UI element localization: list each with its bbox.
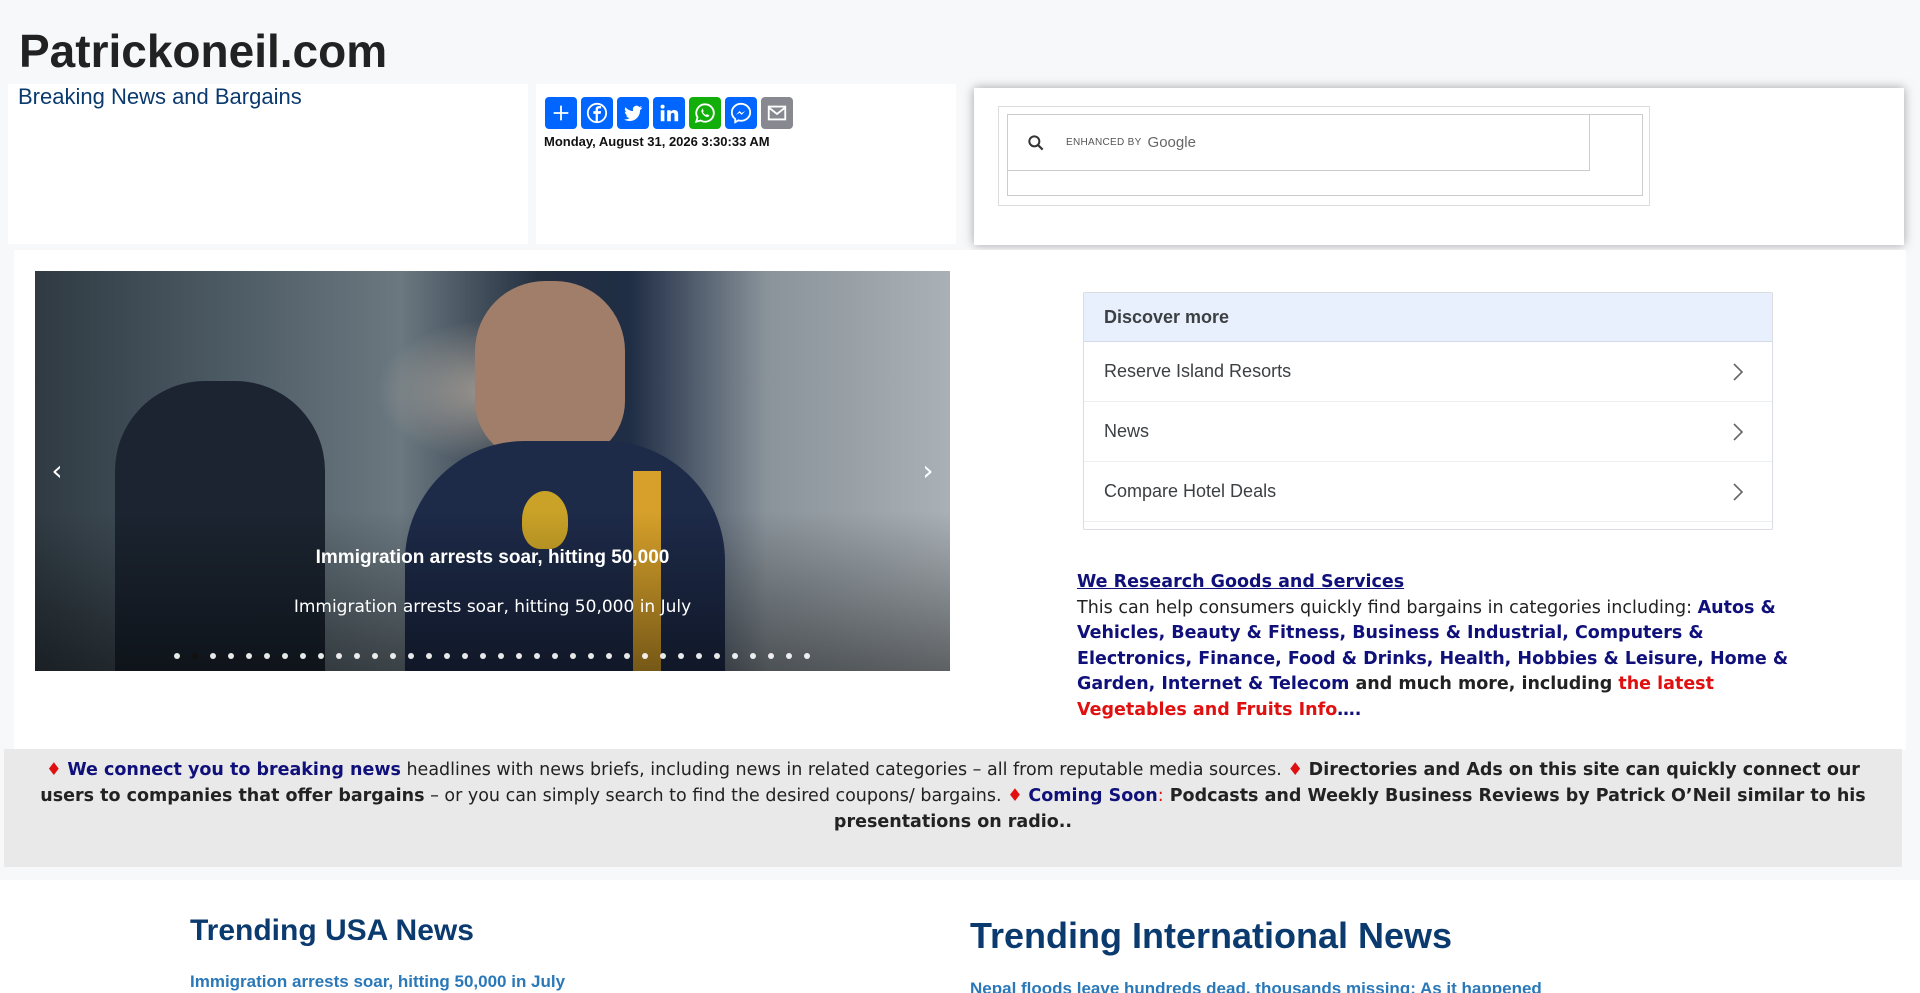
google-search-box: ENHANCED BY Google	[1007, 114, 1643, 196]
banner-connect: We connect you to breaking news	[67, 760, 401, 780]
carousel-indicator-dot[interactable]	[210, 653, 216, 659]
banner-search-text: – or you can simply search to find the d…	[424, 786, 1008, 806]
carousel-indicator-dot[interactable]	[678, 653, 684, 659]
carousel-indicator-dot[interactable]	[426, 653, 432, 659]
discover-item-label: Compare Hotel Deals	[1104, 481, 1277, 501]
research-heading-link[interactable]: We Research Goods and Services	[1077, 570, 1797, 596]
carousel-indicator-dot[interactable]	[318, 653, 324, 659]
carousel-indicator-dot[interactable]	[390, 653, 396, 659]
search-provider: Google	[1147, 134, 1196, 151]
carousel-indicator-dot[interactable]	[300, 653, 306, 659]
discover-item-label: News	[1104, 421, 1150, 441]
carousel-indicator-dot[interactable]	[282, 653, 288, 659]
discover-item-compare-hotel-deals[interactable]: Compare Hotel Deals	[1084, 462, 1772, 522]
research-more: and much more, including	[1349, 674, 1619, 694]
carousel-indicator-dot[interactable]	[570, 653, 576, 659]
carousel-indicators	[174, 653, 810, 659]
carousel-photo-head	[475, 281, 625, 461]
carousel-indicator-dot[interactable]	[786, 653, 792, 659]
facebook-icon[interactable]	[581, 97, 613, 129]
carousel-indicator-dot[interactable]	[354, 653, 360, 659]
diamond-icon: ♦	[1007, 786, 1023, 806]
research-intro: This can help consumers quickly find bar…	[1077, 597, 1698, 618]
twitter-icon[interactable]	[617, 97, 649, 129]
carousel-indicator-dot[interactable]	[534, 653, 540, 659]
carousel-indicator-dot[interactable]	[750, 653, 756, 659]
linkedin-icon[interactable]	[653, 97, 685, 129]
discover-item-label: Reserve Island Resorts	[1104, 361, 1292, 381]
research-ellipsis: ….	[1337, 699, 1362, 720]
current-datetime: Monday, August 31, 2026 3:30:33 AM	[544, 134, 770, 149]
research-section: We Research Goods and Services This can …	[1077, 570, 1797, 723]
banner-headlines: headlines with news briefs, including ne…	[400, 760, 1288, 780]
search-button[interactable]	[1590, 115, 1643, 171]
carousel-indicator-dot[interactable]	[192, 653, 198, 659]
share-bar	[545, 97, 793, 129]
carousel-indicator-dot[interactable]	[732, 653, 738, 659]
trending-usa-title: Trending USA News	[190, 914, 474, 947]
discover-more-panel: Discover more Reserve Island Resorts New…	[1083, 292, 1773, 530]
discover-item-reserve-island-resorts[interactable]: Reserve Island Resorts	[1084, 342, 1772, 402]
search-icon	[1028, 134, 1044, 150]
trending-international-title: Trending International News	[970, 915, 1453, 956]
chevron-right-icon	[1733, 422, 1744, 441]
carousel-prev-button[interactable]: ‹	[45, 453, 69, 489]
site-tagline: Breaking News and Bargains	[18, 84, 302, 109]
carousel-indicator-dot[interactable]	[264, 653, 270, 659]
carousel-indicator-dot[interactable]	[552, 653, 558, 659]
carousel-next-button[interactable]: ›	[916, 453, 940, 489]
carousel-indicator-dot[interactable]	[336, 653, 342, 659]
carousel-indicator-dot[interactable]	[246, 653, 252, 659]
discover-more-heading: Discover more	[1084, 293, 1772, 342]
banner-coming-soon: Coming Soon	[1028, 786, 1158, 806]
carousel-indicator-dot[interactable]	[444, 653, 450, 659]
carousel-caption-text: Immigration arrests soar, hitting 50,000…	[293, 597, 692, 617]
carousel-indicator-dot[interactable]	[480, 653, 486, 659]
carousel-indicator-dot[interactable]	[606, 653, 612, 659]
carousel-indicator-dot[interactable]	[516, 653, 522, 659]
carousel-indicator-dot[interactable]	[642, 653, 648, 659]
carousel-indicator-dot[interactable]	[714, 653, 720, 659]
search-enhanced-by: ENHANCED BY	[1066, 137, 1142, 148]
carousel-indicator-dot[interactable]	[408, 653, 414, 659]
trending-international-headline-link[interactable]: Nepal floods leave hundreds dead, thousa…	[970, 979, 1542, 993]
carousel-indicator-dot[interactable]	[696, 653, 702, 659]
trending-usa-headline-link[interactable]: Immigration arrests soar, hitting 50,000…	[190, 972, 565, 992]
plus-icon[interactable]	[545, 97, 577, 129]
messenger-icon[interactable]	[725, 97, 757, 129]
carousel-indicator-dot[interactable]	[372, 653, 378, 659]
chevron-right-icon	[1733, 482, 1744, 501]
discover-item-news[interactable]: News	[1084, 402, 1772, 462]
carousel-indicator-dot[interactable]	[228, 653, 234, 659]
whatsapp-icon[interactable]	[689, 97, 721, 129]
email-icon[interactable]	[761, 97, 793, 129]
carousel-indicator-dot[interactable]	[660, 653, 666, 659]
site-title[interactable]: Patrickoneil.com	[19, 24, 387, 78]
carousel-indicator-dot[interactable]	[462, 653, 468, 659]
carousel-indicator-dot[interactable]	[804, 653, 810, 659]
carousel-caption-title[interactable]: Immigration arrests soar, hitting 50,000	[35, 547, 950, 569]
diamond-icon: ♦	[1287, 760, 1304, 780]
diamond-icon: ♦	[46, 760, 62, 780]
search-panel: ENHANCED BY Google	[974, 88, 1904, 245]
news-carousel[interactable]: Immigration arrests soar, hitting 50,000…	[35, 271, 950, 671]
search-results-area	[1008, 171, 1643, 196]
carousel-shade	[35, 511, 950, 671]
carousel-indicator-dot[interactable]	[768, 653, 774, 659]
info-banner: ♦ We connect you to breaking news headli…	[4, 749, 1902, 867]
carousel-indicator-dot[interactable]	[498, 653, 504, 659]
carousel-indicator-dot[interactable]	[624, 653, 630, 659]
chevron-right-icon	[1733, 362, 1744, 381]
carousel-indicator-dot[interactable]	[588, 653, 594, 659]
carousel-indicator-dot[interactable]	[174, 653, 180, 659]
search-input[interactable]: ENHANCED BY Google	[1008, 115, 1590, 171]
